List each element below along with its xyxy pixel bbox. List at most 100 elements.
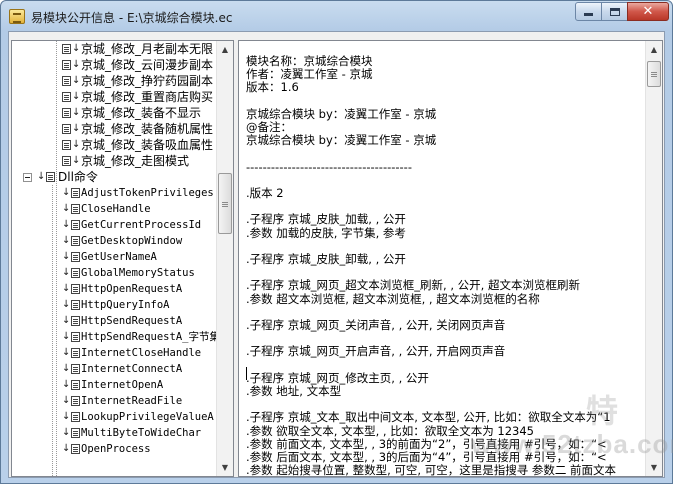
text-line: .子程序 京城_网页_开启声音, , 公开, 开启网页声音 [246,344,506,359]
tree-item-dll[interactable]: ↓ GetCurrentProcessId [12,217,217,233]
text-line: .子程序 京城_网页_关闭声音, , 公开, 关闭网页声音 [246,318,506,332]
dll-command-icon [71,236,80,246]
tree-item[interactable]: ↓ 京城_修改_装备随机属性 [12,121,217,137]
tree-item-label: OpenProcess [81,443,151,455]
tree-item-dll[interactable]: ↓ CloseHandle [12,201,217,217]
dll-folder-icon [46,172,55,182]
public-arrow-icon: ↓ [62,299,71,310]
dll-command-icon [71,300,80,310]
tree-item-label: 京城_修改_月老副本无限 [81,42,214,56]
dll-command-icon [71,396,80,406]
tree-item-dll[interactable]: ↓ HttpQueryInfoA [12,297,217,313]
watermark-text: www.52tzba.com [471,429,673,459]
tree-item-label: 京城_修改_重置商店购买 [81,90,214,104]
tree-item[interactable]: ↓ 京城_修改_月老副本无限 [12,41,217,57]
module-tree[interactable]: ↓ 京城_修改_月老副本无限 ↓ 京城_修改_云间漫步副本 ↓ 京城_修改_挣狞药园副本 ↓… [11,40,234,477]
public-arrow-icon: ↓ [62,251,71,262]
subroutine-icon [62,60,71,70]
tree-item[interactable]: ↓ 京城_修改_云间漫步副本 [12,57,217,73]
tree-group-dll[interactable]: ↓ Dll命令 [12,169,217,185]
subroutine-icon [62,124,71,134]
tree-item[interactable]: ↓ 京城_修改_重置商店购买 [12,89,217,105]
text-line: .参数 起始搜寻位置, 整数型, 可空, 可空，这里是指搜寻 参数二 前面文本 [246,463,617,476]
tree-item-dll[interactable]: ↓ GetUserNameA [12,249,217,265]
public-arrow-icon: ↓ [72,43,81,54]
public-arrow-icon: ↓ [72,107,81,118]
window-title: 易模块公开信息 - E:\京城综合模块.ec [31,11,233,25]
dll-command-icon [71,380,80,390]
tree-item-dll[interactable]: ↓ MultiByteToWideChar [12,425,217,441]
tree-item-dll[interactable]: ↓ AdjustTokenPrivileges [12,185,217,201]
tree-item-dll[interactable]: ↓ OpenProcess [12,441,217,457]
tree-item-dll[interactable]: ↓ HttpSendRequestA [12,313,217,329]
dll-command-icon [71,316,80,326]
title-bar[interactable]: 易模块公开信息 - E:\京城综合模块.ec ✕ [1,1,672,31]
text-line: ---------------------------------------- [246,159,412,174]
text-line: 京城综合模块 by：凌翼工作室 - 京城 [246,133,437,148]
dll-command-icon [71,220,80,230]
tree-item-label: GetCurrentProcessId [81,219,202,231]
tree-group-label: Dll命令 [58,170,98,184]
tree-item-label: GetDesktopWindow [81,235,183,247]
tree-item-label: 京城_修改_装备随机属性 [81,122,214,136]
public-arrow-icon: ↓ [62,347,71,358]
text-vertical-scrollbar[interactable]: ▲ ▼ [645,41,662,476]
text-line: .子程序 京城_皮肤_卸载, , 公开 [246,252,406,266]
dll-command-icon [71,252,80,262]
subroutine-icon [62,108,71,118]
tree-item-label: HttpOpenRequestA [81,283,183,295]
collapse-icon[interactable] [23,173,32,182]
tree-item-dll[interactable]: ↓ HttpSendRequestA_字节集 [12,329,217,345]
tree-item-dll[interactable]: ↓ InternetCloseHandle [12,345,217,361]
minimize-icon [584,13,593,16]
tree-item-label: HttpSendRequestA [81,315,183,327]
scroll-up-arrow-icon[interactable]: ▲ [646,41,662,58]
tree-item-dll[interactable]: ↓ LookupPrivilegeValueA [12,409,217,425]
tree-item-dll[interactable]: ↓ InternetReadFile [12,393,217,409]
text-line: 京城综合模块 by：凌翼工作室 - 京城 [246,106,437,121]
scroll-down-arrow-icon[interactable]: ▼ [646,459,662,476]
dll-command-icon [71,188,80,198]
text-line: .子程序 京城_皮肤_加载, , 公开 [246,212,406,227]
text-line: .参数 超文本浏览框, 超文本浏览框, , 超文本浏览框的名称 [246,291,540,306]
tree-item[interactable]: ↓ 京城_修改_挣狞药园副本 [12,73,217,89]
tree-item-dll[interactable]: ↓ InternetOpenA [12,377,217,393]
scroll-thumb[interactable] [218,173,232,234]
main-window: 易模块公开信息 - E:\京城综合模块.ec ✕ ↓ 京城_修改_月老副本无限 ↓ 京… [0,0,673,484]
scroll-up-arrow-icon[interactable]: ▲ [217,41,233,58]
tree-item-label: 京城_修改_走图模式 [81,154,190,168]
text-line: 模块名称：京城综合模块 [246,54,373,68]
dll-command-icon [71,428,80,438]
tree-item-label: CloseHandle [81,203,151,215]
close-icon: ✕ [642,4,654,19]
scroll-down-arrow-icon[interactable]: ▼ [217,459,233,476]
info-text[interactable]: 模块名称：京城综合模块 作者：凌翼工作室 - 京城 版本：1.6 京城综合模块 by：… [240,41,645,476]
maximize-button[interactable] [601,2,628,21]
tree-vertical-scrollbar[interactable]: ▲ ▼ [216,41,233,476]
tree-item[interactable]: ↓ 京城_修改_装备吸血属性 [12,137,217,153]
text-line: 版本：1.6 [246,80,299,95]
scroll-thumb[interactable] [647,61,661,87]
client-area: ↓ 京城_修改_月老副本无限 ↓ 京城_修改_云间漫步副本 ↓ 京城_修改_挣狞药园副本 ↓… [8,31,665,478]
minimize-button[interactable] [575,2,602,21]
subroutine-icon [62,140,71,150]
tree-item-label: 京城_修改_云间漫步副本 [81,58,214,72]
tree-item-label: InternetReadFile [81,395,183,407]
tree-item-dll[interactable]: ↓ GetDesktopWindow [12,233,217,249]
watermark-logo: 特 [586,393,620,429]
dll-command-icon [71,268,80,278]
public-arrow-icon: ↓ [62,363,71,374]
text-line: .参数 加载的皮肤, 字节集, 参考 [246,225,406,240]
public-arrow-icon: ↓ [62,219,71,230]
close-button[interactable]: ✕ [627,2,669,21]
text-line: .子程序 京城_文本_取出中间文本, 文本型, 公开, 比如：欲取全文本为“1 [246,410,611,425]
tree-item-label: MultiByteToWideChar [81,427,202,439]
public-arrow-icon: ↓ [62,411,71,422]
tree-item-dll[interactable]: ↓ InternetConnectA [12,361,217,377]
tree-item-dll[interactable]: ↓ GlobalMemoryStatus [12,265,217,281]
text-line: @备注： [246,120,292,134]
tree-item-dll[interactable]: ↓ HttpOpenRequestA [12,281,217,297]
tree-item[interactable]: ↓ 京城_修改_走图模式 [12,153,217,169]
tree-item-label: GetUserNameA [81,251,157,263]
tree-item[interactable]: ↓ 京城_修改_装备不显示 [12,105,217,121]
